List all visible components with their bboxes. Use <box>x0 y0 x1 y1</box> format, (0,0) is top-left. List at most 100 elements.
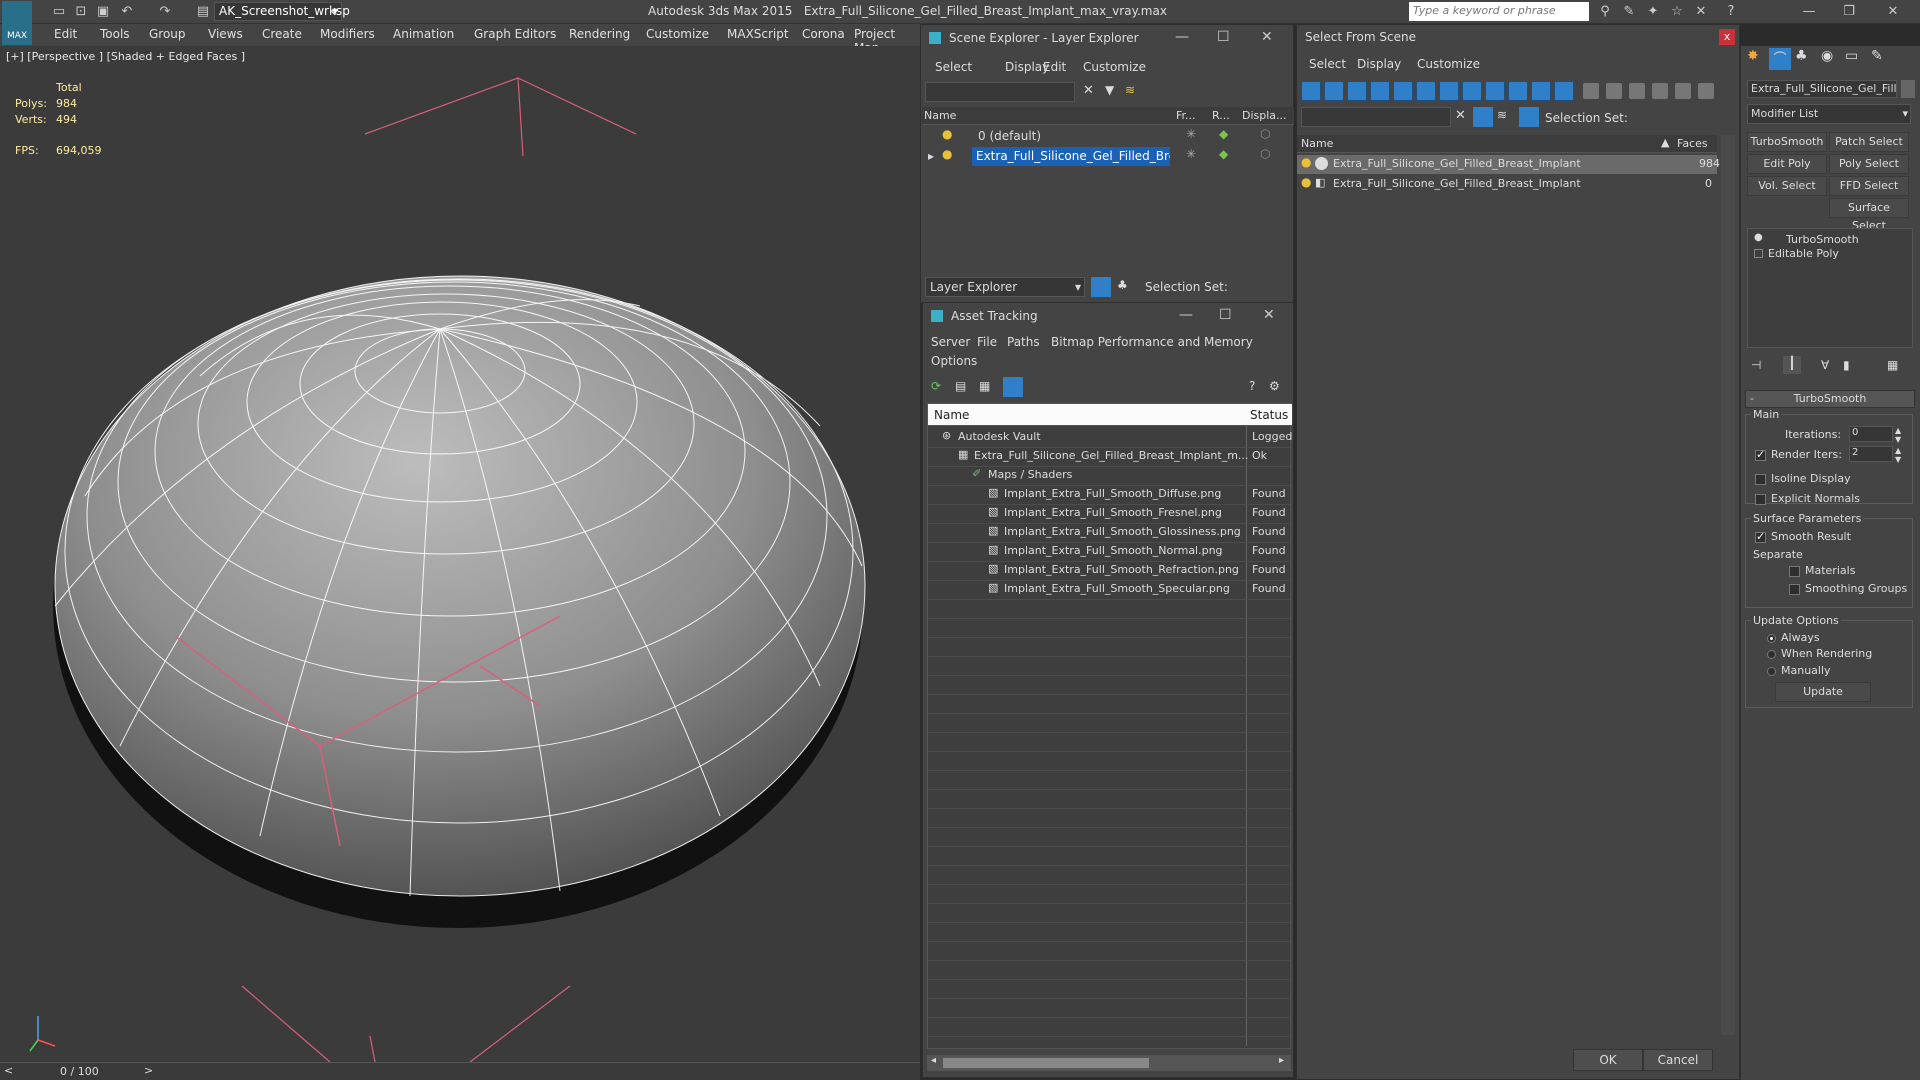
at-menu-options[interactable]: Options <box>931 354 977 368</box>
scroll-thumb[interactable] <box>943 1058 1149 1068</box>
containers-filter-icon[interactable] <box>1508 81 1528 101</box>
select-none-icon[interactable] <box>1606 83 1622 99</box>
sfs-col-faces[interactable]: Faces <box>1677 137 1708 150</box>
render-teapot-icon[interactable]: ◆ <box>1219 147 1228 161</box>
se-col-display[interactable]: Displa... <box>1242 109 1287 122</box>
sfs-menu-display[interactable]: Display <box>1357 57 1401 71</box>
xrefs-filter-icon[interactable] <box>1462 81 1482 101</box>
workspace-dropdown[interactable]: AK_Screenshot_wrksp ▾ <box>214 2 350 21</box>
asset-tracking-titlebar[interactable]: Asset Tracking <box>923 303 1293 329</box>
minimize-icon[interactable]: — <box>1175 29 1189 45</box>
helpers-filter-icon[interactable] <box>1393 81 1413 101</box>
display-tab-icon[interactable]: ▭ <box>1845 48 1858 64</box>
object-name-field[interactable]: Extra_Full_Silicone_Gel_Filled <box>1747 80 1897 98</box>
asset-row[interactable]: ▧ Implant_Extra_Full_Smooth_Diffuse.png Fo… <box>928 485 1292 504</box>
when-rendering-radio[interactable] <box>1767 650 1776 659</box>
vol-select-button[interactable]: Vol. Select <box>1747 176 1827 196</box>
help-icon[interactable]: ? <box>1249 379 1255 393</box>
menu-create[interactable]: Create <box>262 27 302 41</box>
x-icon[interactable]: ✕ <box>1692 3 1710 21</box>
hierarchy-icon[interactable] <box>1519 107 1539 127</box>
open-file-icon[interactable]: ⊡ <box>72 3 90 21</box>
time-next-button[interactable]: > <box>144 1064 153 1077</box>
se-col-frozen[interactable]: Fr... <box>1176 109 1196 122</box>
save-file-icon[interactable]: ▣ <box>94 3 112 21</box>
manually-radio[interactable] <box>1767 667 1776 676</box>
close-icon[interactable]: x <box>1719 29 1735 45</box>
filter-active-icon[interactable] <box>1473 107 1493 127</box>
stack-item-editable-poly[interactable]: Editable Poly <box>1768 247 1839 260</box>
object-color-swatch[interactable] <box>1901 80 1915 98</box>
expand-arrow-icon[interactable]: ▸ <box>928 149 934 163</box>
maximize-icon[interactable]: ☐ <box>1219 307 1232 323</box>
cameras-filter-icon[interactable] <box>1370 81 1390 101</box>
light-bulb-icon[interactable]: ● <box>942 147 952 161</box>
layer-icon[interactable]: ≋ <box>1497 108 1507 122</box>
render-iters-checkbox[interactable] <box>1755 448 1766 461</box>
freeze-icon[interactable]: ✳ <box>1186 127 1196 141</box>
menu-views[interactable]: Views <box>208 27 243 41</box>
display-box-icon[interactable]: ⬡ <box>1260 147 1270 161</box>
asset-row[interactable]: ▧ Implant_Extra_Full_Smooth_Normal.png Fou… <box>928 542 1292 561</box>
undo-icon[interactable]: ↶ <box>118 3 136 21</box>
maximize-icon[interactable]: ☐ <box>1217 29 1230 45</box>
make-unique-icon[interactable]: ∀ <box>1821 358 1829 372</box>
viewport-scene[interactable] <box>0 46 920 1062</box>
scene-explorer-titlebar[interactable]: Scene Explorer - Layer Explorer <box>921 25 1293 51</box>
modifier-list-dropdown[interactable]: Modifier List ▾ <box>1747 104 1911 124</box>
sfs-search-input[interactable] <box>1301 107 1451 127</box>
invert-selection-icon[interactable] <box>1629 83 1645 99</box>
se-col-name[interactable]: Name <box>924 109 956 122</box>
asset-row[interactable]: ▦ Extra_Full_Silicone_Gel_Filled_Breast_I… <box>928 447 1292 466</box>
search-input[interactable]: Type a keyword or phrase <box>1409 2 1589 21</box>
render-teapot-icon[interactable]: ◆ <box>1219 127 1228 141</box>
settings-icon[interactable]: ⚙ <box>1269 379 1280 393</box>
new-file-icon[interactable]: ▭ <box>50 3 68 21</box>
refresh-icon[interactable]: ⟳ <box>931 379 941 393</box>
display-box-icon[interactable]: ⬡ <box>1260 127 1270 141</box>
asset-row[interactable]: ▧ Implant_Extra_Full_Smooth_Fresnel.png Fo… <box>928 504 1292 523</box>
utilities-tab-icon[interactable]: ✎ <box>1871 48 1883 64</box>
turbosmooth-button[interactable]: TurboSmooth <box>1747 132 1827 152</box>
patch-select-button[interactable]: Patch Select <box>1829 132 1909 152</box>
se-menu-select[interactable]: Select <box>935 60 972 74</box>
geometry-filter-icon[interactable] <box>1301 81 1321 101</box>
max-logo[interactable]: MAX <box>2 1 32 45</box>
light-bulb-icon[interactable]: ● <box>1754 232 1763 243</box>
sfs-col-name[interactable]: Name <box>1301 137 1333 150</box>
modify-tab-icon[interactable]: ⌒ <box>1769 48 1791 70</box>
tools-icon[interactable]: ✎ <box>1620 3 1638 21</box>
filter-icon[interactable]: ▼ <box>1105 83 1114 97</box>
collapse-icon[interactable] <box>1698 83 1714 99</box>
shapes-filter-icon[interactable] <box>1324 81 1344 101</box>
clear-search-icon[interactable]: ✕ <box>1083 83 1094 98</box>
redo-icon[interactable]: ↷ <box>156 3 174 21</box>
spacewarps-filter-icon[interactable] <box>1416 81 1436 101</box>
se-col-render[interactable]: R... <box>1212 109 1230 122</box>
materials-checkbox[interactable] <box>1789 566 1800 577</box>
ffd-select-button[interactable]: FFD Select <box>1829 176 1909 196</box>
hierarchy-mode-icon[interactable]: ♣ <box>1117 278 1128 292</box>
sfs-row[interactable]: ● Extra_Full_Silicone_Gel_Filled_Breast_… <box>1297 155 1720 174</box>
menu-modifiers[interactable]: Modifiers <box>320 27 375 41</box>
smooth-result-checkbox[interactable] <box>1755 530 1766 543</box>
se-search-input[interactable] <box>925 82 1075 102</box>
menu-tools[interactable]: Tools <box>100 27 130 41</box>
at-col-status[interactable]: Status <box>1250 408 1288 422</box>
update-button[interactable]: Update <box>1775 682 1871 702</box>
edit-poly-button[interactable]: Edit Poly <box>1747 154 1827 174</box>
filter-icon[interactable] <box>1652 83 1668 99</box>
layer-row-implant[interactable]: ▸ ● Extra_Full_Silicone_Gel_Filled_Breas… <box>922 147 1294 166</box>
spinner-arrows-icon[interactable]: ▲ ▼ <box>1895 446 1901 464</box>
groups-filter-icon[interactable] <box>1439 81 1459 101</box>
menu-rendering[interactable]: Rendering <box>569 27 630 41</box>
asset-row[interactable]: ✐ Maps / Shaders <box>928 466 1292 485</box>
list-view-icon[interactable]: ▤ <box>955 379 966 393</box>
layer-row-default[interactable]: ● 0 (default) ✳ ◆ ⬡ <box>922 127 1294 146</box>
at-menu-server[interactable]: Server <box>931 335 970 349</box>
scroll-left-icon[interactable]: ◂ <box>931 1055 936 1066</box>
asset-row[interactable]: ▧ Implant_Extra_Full_Smooth_Refraction.pn… <box>928 561 1292 580</box>
se-menu-edit[interactable]: Edit <box>1043 60 1066 74</box>
ok-button[interactable]: OK <box>1573 1049 1643 1071</box>
menu-animation[interactable]: Animation <box>393 27 454 41</box>
